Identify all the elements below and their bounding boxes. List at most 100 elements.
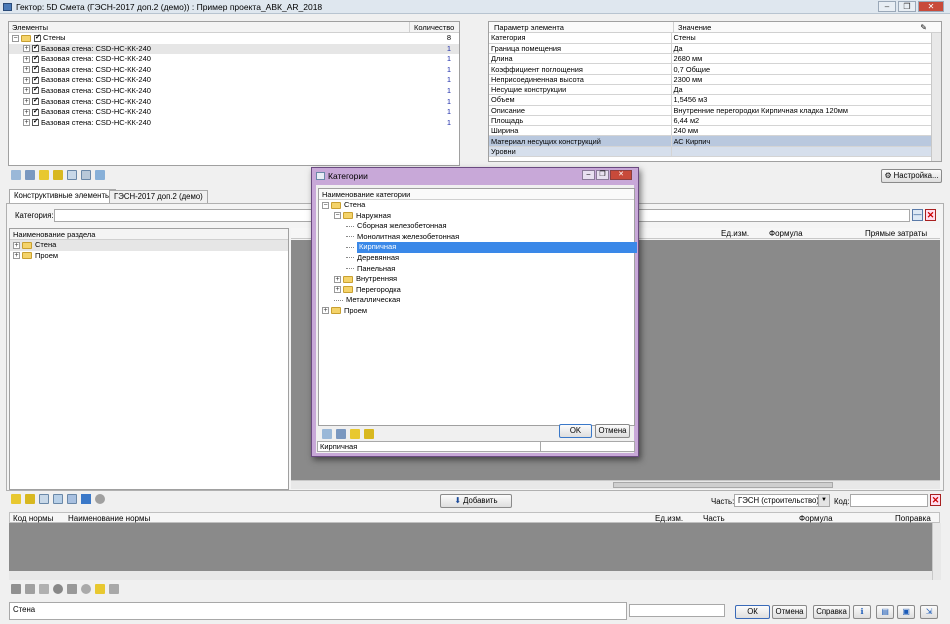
bookmark-icon[interactable]	[364, 429, 374, 439]
funnel-icon[interactable]	[81, 494, 91, 504]
checkbox[interactable]	[32, 107, 39, 117]
tab-constructive[interactable]: Конструктивные элементы	[9, 189, 116, 203]
settings-button[interactable]: ⚙ Настройка...	[881, 169, 942, 183]
minimize-button[interactable]: –	[878, 1, 896, 12]
chevron-down-icon[interactable]: ▼	[818, 495, 829, 506]
dialog-cancel-button[interactable]: Отмена	[595, 424, 630, 438]
help-button[interactable]: Справка	[813, 605, 850, 619]
params-scrollbar[interactable]	[931, 33, 941, 161]
col-norm-unit[interactable]: Ед.изм.	[655, 514, 683, 523]
col-norm-formula[interactable]: Формула	[799, 514, 833, 523]
param-row[interactable]: Площадь 6,44 м2	[489, 115, 932, 127]
section-item-opening[interactable]: + Проем	[10, 251, 288, 262]
param-row[interactable]: Объем 1,5456 м3	[489, 94, 932, 106]
check-icon[interactable]	[81, 584, 91, 594]
col-formula[interactable]: Формула	[769, 229, 803, 238]
expand-icon[interactable]: +	[322, 307, 329, 315]
expand-icon[interactable]: +	[334, 275, 341, 283]
zoom-icon[interactable]	[11, 170, 21, 180]
norms-scrollbar[interactable]	[932, 523, 941, 580]
collapse-icon[interactable]: −	[12, 34, 19, 42]
minus-icon[interactable]: —	[912, 209, 923, 221]
tree-item-row[interactable]: + Базовая стена: CSD-НС-КК-240 1	[9, 117, 459, 129]
param-row[interactable]: Длина 2680 мм	[489, 53, 932, 65]
dialog-ok-button[interactable]: OK	[559, 424, 592, 438]
category-item[interactable]: Монолитная железобетонная	[319, 232, 634, 243]
checkbox[interactable]	[32, 96, 39, 107]
category-item[interactable]: + Перегородка	[319, 285, 634, 296]
hscroll-thumb[interactable]	[613, 482, 833, 488]
col-norm-part[interactable]: Часть	[703, 514, 725, 523]
collapse-icon[interactable]: −	[322, 201, 329, 209]
param-row[interactable]: Материал несущих конструкций АС Кирпич	[489, 135, 932, 147]
window-icon[interactable]	[67, 170, 77, 180]
tree-item-row[interactable]: + Базовая стена: CSD-НС-КК-240 1	[9, 85, 459, 97]
dialog-close-button[interactable]: ✕	[610, 170, 632, 180]
filter-icon[interactable]	[39, 170, 49, 180]
param-row[interactable]: Коэффициент поглощения 0,7 Общие	[489, 63, 932, 75]
tree-item-row[interactable]: + Базовая стена: CSD-НС-КК-240 1	[9, 107, 459, 118]
code-input[interactable]	[850, 494, 928, 507]
col-norm-name[interactable]: Наименование нормы	[68, 514, 150, 523]
image-icon[interactable]	[25, 170, 35, 180]
expand-icon[interactable]: +	[23, 87, 30, 95]
tree-item-row[interactable]: + Базовая стена: CSD-НС-КК-240 1	[9, 54, 459, 65]
col-unit[interactable]: Ед.изм.	[721, 229, 749, 238]
col-norm-code[interactable]: Код нормы	[13, 514, 53, 523]
category-item[interactable]: Панельная	[319, 264, 634, 275]
category-item[interactable]: − Стена	[319, 200, 634, 211]
checkbox[interactable]	[32, 117, 39, 128]
expand-icon[interactable]: +	[23, 45, 30, 53]
filter-icon[interactable]	[11, 494, 21, 504]
expand-icon[interactable]: +	[23, 76, 30, 84]
param-row[interactable]: Категория Стены	[489, 33, 932, 44]
category-item[interactable]: − Наружная	[319, 211, 634, 222]
checkbox[interactable]	[32, 43, 39, 54]
category-item[interactable]: Деревянная	[319, 253, 634, 264]
list-icon[interactable]	[39, 584, 49, 594]
param-value[interactable]: Внутренние перегородки Кирпичная кладка …	[671, 105, 932, 116]
col-count[interactable]: Количество	[409, 22, 461, 33]
zoom-icon[interactable]	[322, 429, 332, 439]
expand-icon[interactable]: +	[23, 55, 30, 63]
tree-item-row[interactable]: + Базовая стена: CSD-НС-КК-240 1	[9, 43, 459, 55]
col-norm-correction[interactable]: Поправка	[895, 514, 931, 523]
checkbox[interactable]	[34, 33, 41, 43]
param-value[interactable]: 1,5456 м3	[671, 94, 932, 106]
col-direct-costs[interactable]: Прямые затраты	[865, 229, 927, 238]
collapse-icon[interactable]: −	[334, 212, 341, 220]
category-item[interactable]: Кирпичная	[319, 242, 637, 253]
param-row[interactable]: Несущие конструкции Да	[489, 84, 932, 96]
tree-item-row[interactable]: + Базовая стена: CSD-НС-КК-240 1	[9, 96, 459, 108]
section-tree-header[interactable]: Наименование раздела	[10, 229, 288, 240]
expand-icon[interactable]: +	[23, 98, 30, 106]
param-value[interactable]: Стены	[671, 33, 932, 44]
doc-icon[interactable]	[11, 584, 21, 594]
expand-icon[interactable]: +	[13, 241, 20, 249]
checkbox[interactable]	[32, 75, 39, 85]
add-button[interactable]: ⬇ Добавить	[440, 494, 512, 508]
columns-icon[interactable]	[53, 494, 63, 504]
col-value[interactable]: Значение	[673, 22, 711, 33]
open-folder-icon[interactable]	[95, 584, 105, 594]
grid-icon[interactable]	[67, 494, 77, 504]
param-row[interactable]: Граница помещения Да	[489, 43, 932, 55]
param-value[interactable]: Да	[671, 43, 932, 55]
bookmark-icon[interactable]	[53, 170, 63, 180]
expand-icon[interactable]: +	[13, 252, 20, 260]
expand-icon[interactable]: +	[334, 286, 341, 294]
category-item[interactable]: Металлическая	[319, 295, 634, 306]
param-value[interactable]: 2300 мм	[671, 74, 932, 85]
circle-icon[interactable]	[95, 494, 105, 504]
section-item-wall[interactable]: + Стена	[10, 240, 288, 251]
part-select[interactable]: ГЭСН (строительство) ▼	[734, 494, 830, 507]
param-row[interactable]: Неприсоединенная высота 2300 мм	[489, 74, 932, 85]
col-param[interactable]: Параметр элемента	[492, 23, 564, 32]
clear-code-icon[interactable]: ✕	[930, 494, 941, 506]
right-grid-hscroll[interactable]	[291, 480, 940, 489]
tree-item-row[interactable]: + Базовая стена: CSD-НС-КК-240 1	[9, 75, 459, 86]
print-icon[interactable]: ▤	[876, 605, 894, 619]
tree-root-row[interactable]: − Стены 8	[9, 33, 459, 44]
save-file-icon[interactable]: ▣	[897, 605, 915, 619]
expand-icon[interactable]: +	[23, 108, 30, 116]
